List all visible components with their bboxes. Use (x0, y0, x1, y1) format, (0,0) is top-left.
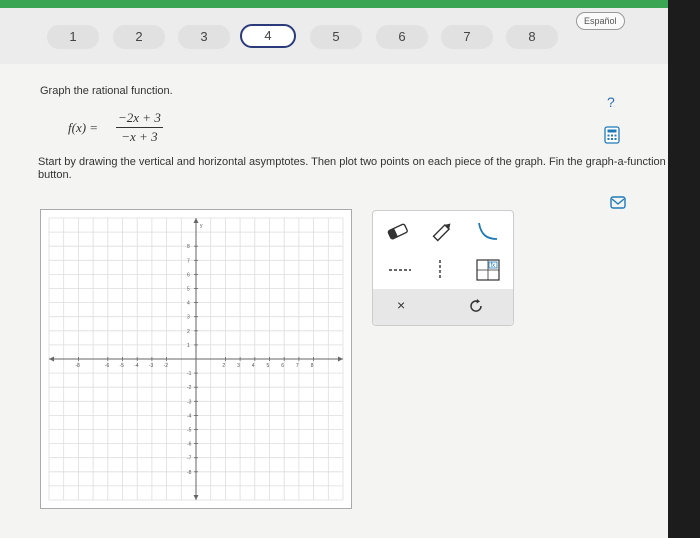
y-tick-label: -7 (187, 456, 192, 462)
eraser-icon[interactable] (383, 219, 413, 245)
step-8[interactable]: 8 (506, 25, 558, 49)
progress-bar: 1 2 3 4 5 6 7 8 (0, 8, 668, 64)
problem-directions: Start by drawing the vertical and horizo… (38, 156, 666, 181)
function-name: f(x) = (68, 120, 99, 135)
x-tick-label: 7 (296, 363, 299, 369)
x-tick-label: -3 (149, 363, 154, 369)
y-tick-label: 3 (187, 315, 190, 321)
function-fraction: −2x + 3 −x + 3 (116, 110, 163, 145)
undo-icon[interactable] (469, 297, 485, 320)
step-7[interactable]: 7 (441, 25, 493, 49)
x-tick-label: 6 (281, 363, 284, 369)
screen: 1 2 3 4 5 6 7 8 Español Graph the ration… (0, 0, 668, 538)
clear-button[interactable]: × (397, 297, 405, 313)
horizontal-dashed-icon[interactable] (385, 257, 415, 283)
problem-instruction: Graph the rational function. (40, 85, 173, 97)
svg-text:?: ? (607, 94, 615, 110)
step-6[interactable]: 6 (376, 25, 428, 49)
y-tick-label: -4 (187, 413, 192, 419)
function-numerator: −2x + 3 (118, 110, 161, 125)
graph-function-icon[interactable]: fx (473, 257, 503, 283)
x-tick-label: 2 (222, 363, 225, 369)
fraction-bar (116, 127, 163, 128)
y-tick-label: 1 (187, 343, 190, 349)
step-2[interactable]: 2 (113, 25, 165, 49)
y-tick-label: 4 (187, 301, 190, 307)
y-tick-label: 5 (187, 287, 190, 293)
function-denominator: −x + 3 (121, 129, 158, 144)
calculator-icon[interactable] (604, 126, 620, 144)
y-tick-label: 8 (187, 244, 190, 250)
x-tick-label: 8 (311, 363, 314, 369)
x-tick-label: 4 (252, 363, 255, 369)
y-tick-label: 6 (187, 272, 190, 278)
step-1[interactable]: 1 (47, 25, 99, 49)
progress-green-bar (0, 0, 668, 8)
y-tick-label: -3 (187, 399, 192, 405)
coordinate-plane[interactable]: y -8 -6 -5 -4 -3 -2 2 3 4 5 6 7 8 8 7 6 5 4 3 2 1 -1 -2 -3 -4 -5 -6… (41, 210, 351, 508)
x-tick-label: -4 (134, 363, 139, 369)
y-axis-arrow-down-icon (193, 495, 199, 500)
x-axis-arrow-icon (338, 356, 343, 362)
svg-text:fx: fx (491, 263, 496, 269)
y-axis-label: y (200, 223, 203, 229)
step-5[interactable]: 5 (310, 25, 362, 49)
step-3[interactable]: 3 (178, 25, 230, 49)
x-tick-label: -5 (120, 363, 125, 369)
x-tick-label: -6 (105, 363, 110, 369)
x-tick-label: 3 (237, 363, 240, 369)
graph-area[interactable]: y -8 -6 -5 -4 -3 -2 2 3 4 5 6 7 8 8 7 6 5 4 3 2 1 -1 -2 -3 -4 -5 -6… (40, 209, 352, 509)
message-icon[interactable] (610, 196, 626, 209)
y-tick-label: -5 (187, 428, 192, 434)
x-tick-label: 5 (267, 363, 270, 369)
y-tick-label: -8 (187, 470, 192, 476)
y-tick-label: 2 (187, 329, 190, 335)
y-tick-label: -1 (187, 371, 192, 377)
x-tick-label: -8 (75, 363, 80, 369)
espanol-button[interactable]: Español (576, 12, 625, 30)
help-icon[interactable]: ? (604, 94, 620, 110)
x-tick-label: -2 (164, 363, 169, 369)
y-axis-arrow-icon (193, 218, 199, 223)
x-axis-arrow-left-icon (49, 356, 54, 362)
step-4[interactable]: 4 (240, 24, 296, 48)
pencil-icon[interactable] (427, 219, 457, 245)
y-tick-label: -2 (187, 385, 192, 391)
y-tick-label: -6 (187, 442, 192, 448)
y-tick-label: 7 (187, 258, 190, 264)
vertical-dashed-icon[interactable] (425, 257, 455, 283)
tool-actions: × (373, 289, 513, 325)
curve-icon[interactable] (471, 219, 501, 245)
tool-panel: fx × (372, 210, 514, 326)
